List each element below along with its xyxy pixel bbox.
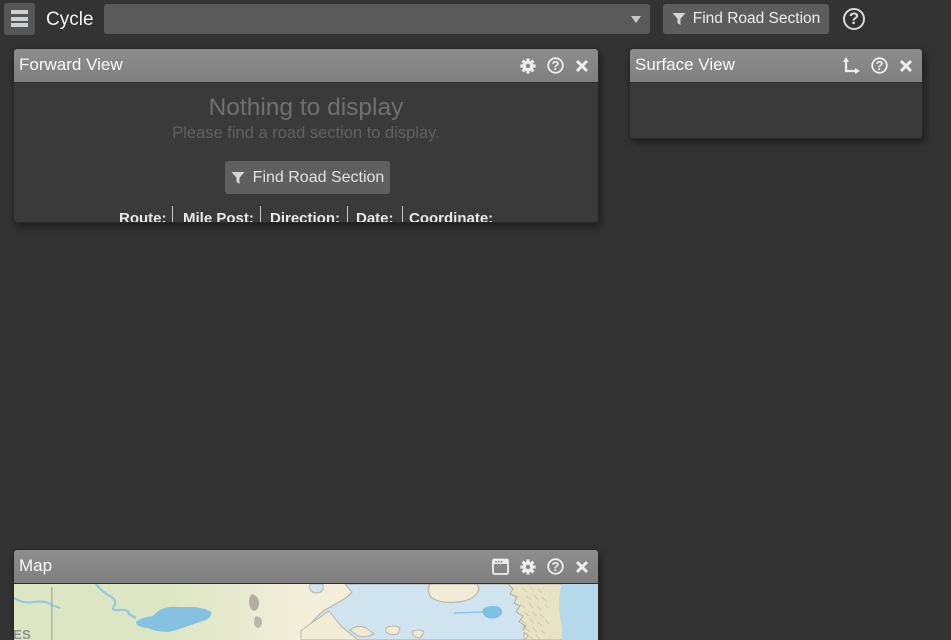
svg-text:?: ? — [876, 58, 884, 73]
svg-text:?: ? — [552, 58, 560, 73]
svg-text:ES: ES — [14, 627, 31, 640]
svg-text:?: ? — [552, 559, 560, 574]
